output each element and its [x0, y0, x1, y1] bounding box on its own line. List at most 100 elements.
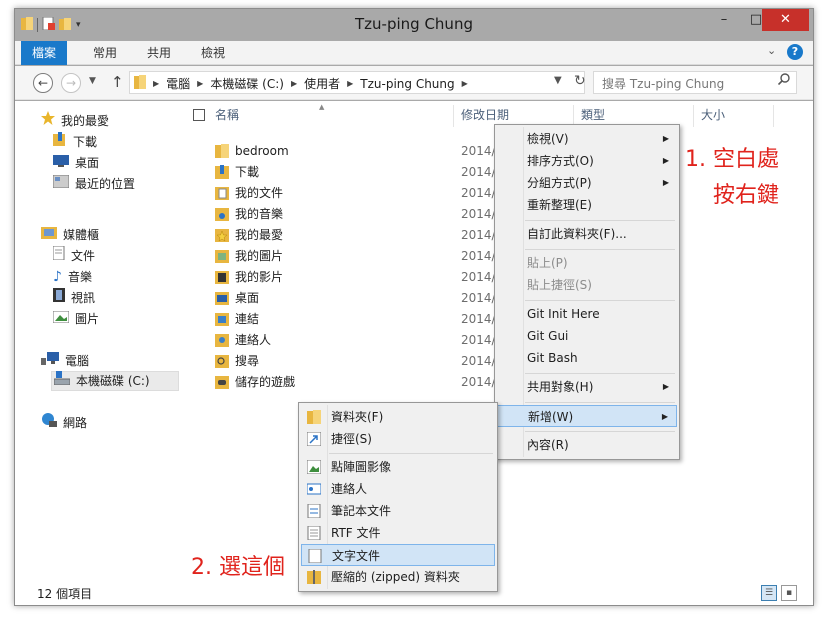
submenu-arrow-icon: ▶: [661, 412, 668, 421]
sidebar-item-local-disk[interactable]: 本機磁碟 (C:): [51, 371, 179, 391]
breadcrumb-separator-icon[interactable]: ▶: [462, 79, 468, 88]
forward-button[interactable]: →: [61, 73, 81, 93]
address-folder-icon: [134, 75, 146, 92]
submenu-item-new-folder[interactable]: 資料夾(F): [301, 406, 495, 428]
documents-icon: [52, 245, 65, 266]
help-icon[interactable]: ?: [787, 44, 803, 60]
menu-item-group-by[interactable]: 分組方式(P) ▶: [497, 172, 677, 194]
column-divider[interactable]: [693, 105, 694, 127]
breadcrumb-separator-icon[interactable]: ▶: [197, 79, 203, 88]
list-item[interactable]: 儲存的遊戲 2014/7: [195, 372, 515, 392]
menu-item-git-init[interactable]: Git Init Here: [497, 303, 677, 325]
list-item[interactable]: 我的音樂 2014/7: [195, 204, 515, 224]
tab-file[interactable]: 檔案: [21, 41, 67, 65]
context-menu: 檢視(V) ▶ 排序方式(O) ▶ 分組方式(P) ▶ 重新整理(E) 自訂此資料夾(…: [494, 124, 680, 460]
journal-icon: [307, 503, 323, 519]
sidebar-item-libraries[interactable]: 媒體櫃: [41, 225, 99, 245]
list-item[interactable]: 我的最愛 2014/7: [195, 225, 515, 245]
tab-home[interactable]: 常用: [87, 41, 123, 65]
computer-icon: [41, 351, 59, 371]
contact-icon: [306, 481, 323, 497]
zip-folder-icon: [307, 569, 323, 585]
menu-item-properties[interactable]: 內容(R): [497, 434, 677, 456]
music-folder-icon: [215, 207, 229, 227]
documents-folder-icon: [215, 186, 229, 206]
up-button[interactable]: ↑: [111, 73, 124, 91]
submenu-item-new-shortcut[interactable]: 捷徑(S): [301, 428, 495, 450]
close-button[interactable]: ✕: [762, 9, 809, 31]
menu-item-git-bash[interactable]: Git Bash: [497, 347, 677, 369]
menu-item-sort-by[interactable]: 排序方式(O) ▶: [497, 150, 677, 172]
breadcrumb-separator-icon[interactable]: ▶: [347, 79, 353, 88]
select-all-checkbox[interactable]: [193, 109, 205, 121]
address-bar[interactable]: ▶ 電腦 ▶ 本機磁碟 (C:) ▶ 使用者 ▶ Tzu-ping Chung …: [129, 71, 586, 94]
back-button[interactable]: ←: [33, 73, 53, 93]
column-header-size[interactable]: 大小: [701, 101, 725, 129]
column-header-name[interactable]: 名稱: [215, 101, 239, 129]
list-item[interactable]: 我的影片 2014/7: [195, 267, 515, 287]
breadcrumb-user-folder[interactable]: Tzu-ping Chung: [360, 77, 454, 91]
list-item[interactable]: bedroom 2014/9: [195, 141, 515, 161]
details-view-button[interactable]: ☰: [761, 585, 777, 601]
breadcrumb-computer[interactable]: 電腦: [166, 75, 190, 92]
contacts-folder-icon: [215, 333, 229, 353]
sidebar-item-favorites[interactable]: 我的最愛: [41, 111, 109, 131]
submenu-item-new-text-document[interactable]: 文字文件: [301, 544, 495, 566]
column-divider[interactable]: [773, 105, 774, 127]
menu-item-paste[interactable]: 貼上(P): [497, 252, 677, 274]
menu-item-refresh[interactable]: 重新整理(E): [497, 194, 677, 216]
list-item[interactable]: 連結 2014/7: [195, 309, 515, 329]
search-box[interactable]: 搜尋 Tzu-ping Chung: [593, 71, 797, 94]
expand-ribbon-icon[interactable]: ⌄: [767, 44, 776, 57]
breadcrumb-users[interactable]: 使用者: [304, 75, 340, 92]
menu-item-customize-folder[interactable]: 自訂此資料夾(F)...: [497, 223, 677, 245]
submenu-item-new-zip-folder[interactable]: 壓縮的 (zipped) 資料夾: [301, 566, 495, 588]
sidebar-item-downloads[interactable]: 下載: [53, 132, 97, 152]
tab-share[interactable]: 共用: [141, 41, 177, 65]
submenu-item-new-rtf[interactable]: RTF 文件: [301, 522, 495, 544]
menu-item-git-gui[interactable]: Git Gui: [497, 325, 677, 347]
list-item[interactable]: 我的圖片 2014/7: [195, 246, 515, 266]
large-icons-view-button[interactable]: ▪: [781, 585, 797, 601]
title-bar[interactable]: ▾ Tzu-ping Chung – □ ✕: [15, 9, 813, 41]
menu-item-view[interactable]: 檢視(V) ▶: [497, 128, 677, 150]
sidebar-item-computer[interactable]: 電腦: [41, 351, 89, 371]
list-item[interactable]: 搜尋 2014/7: [195, 351, 515, 371]
sidebar-item-network[interactable]: 網路: [41, 413, 87, 433]
tab-view[interactable]: 檢視: [195, 41, 231, 65]
menu-item-paste-shortcut[interactable]: 貼上捷徑(S): [497, 274, 677, 296]
list-item[interactable]: 我的文件 2014/9: [195, 183, 515, 203]
desktop-icon: [53, 153, 69, 173]
list-item[interactable]: 連絡人 2014/7: [195, 330, 515, 350]
navigation-pane: 我的最愛 下載 桌面 最近的位置 媒體櫃 文件 ♪ 音樂 視訊 圖片 電腦 本機…: [15, 101, 181, 581]
sidebar-item-desktop[interactable]: 桌面: [53, 153, 99, 173]
search-icon[interactable]: [777, 73, 790, 89]
sidebar-item-label: 本機磁碟 (C:): [76, 374, 150, 388]
sidebar-item-documents[interactable]: 文件: [52, 245, 95, 266]
pictures-folder-icon: [215, 249, 229, 269]
refresh-icon[interactable]: ↻: [574, 73, 586, 89]
sidebar-item-videos[interactable]: 視訊: [53, 288, 95, 308]
annotation-step1-cont: 按右鍵: [713, 183, 780, 208]
breadcrumb-separator-icon[interactable]: ▶: [291, 79, 297, 88]
column-divider[interactable]: [453, 105, 454, 127]
list-item[interactable]: 桌面 2014/9: [195, 288, 515, 308]
menu-item-new[interactable]: 新增(W) ▶: [497, 405, 677, 427]
menu-item-share-with[interactable]: 共用對象(H) ▶: [497, 376, 677, 398]
folder-icon: [215, 144, 229, 164]
sort-ascending-icon: ▲: [319, 103, 325, 111]
file-name: 我的圖片: [235, 249, 284, 263]
submenu-item-new-contact[interactable]: 連絡人: [301, 478, 495, 500]
list-item[interactable]: 下載 2014/9: [195, 162, 515, 182]
breadcrumb-drive[interactable]: 本機磁碟 (C:): [210, 75, 284, 92]
sidebar-item-music[interactable]: ♪ 音樂: [53, 267, 92, 287]
recent-locations-icon[interactable]: ▼: [89, 76, 96, 86]
submenu-item-new-journal[interactable]: 筆記本文件: [301, 500, 495, 522]
sidebar-item-pictures[interactable]: 圖片: [52, 309, 99, 329]
menu-separator: [525, 431, 675, 432]
sidebar-item-recent[interactable]: 最近的位置: [52, 174, 135, 194]
minimize-button[interactable]: –: [709, 9, 739, 31]
address-dropdown-icon[interactable]: ▼: [554, 75, 562, 86]
breadcrumb-separator-icon[interactable]: ▶: [153, 79, 159, 88]
submenu-item-new-bitmap[interactable]: 點陣圖影像: [301, 456, 495, 478]
